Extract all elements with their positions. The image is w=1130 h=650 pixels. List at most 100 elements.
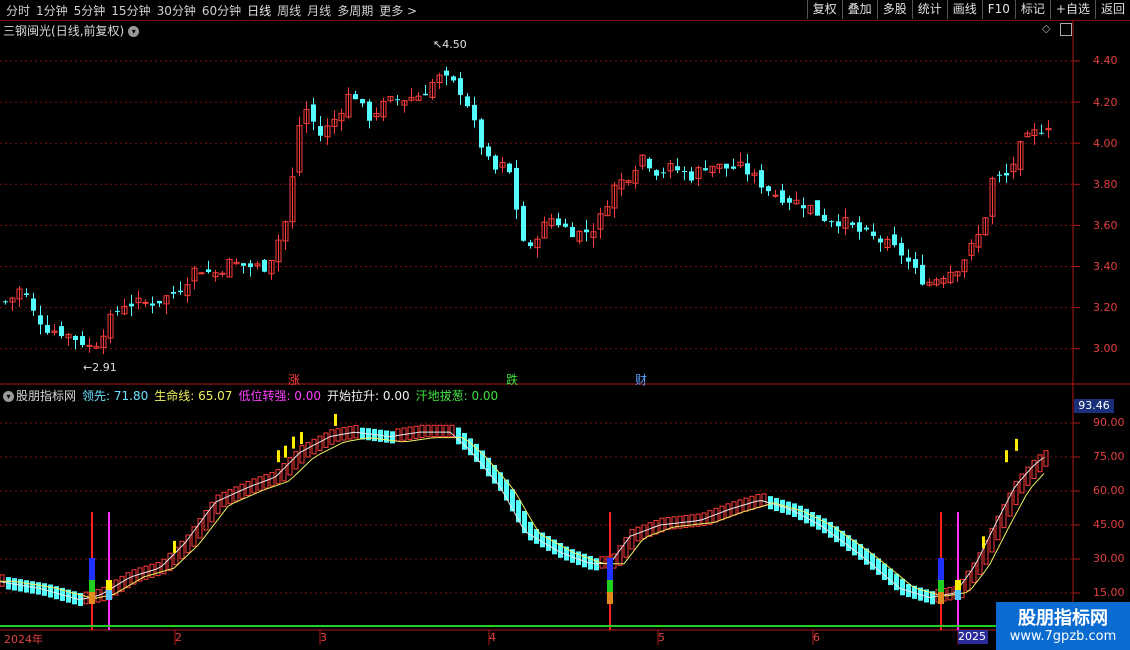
indicator-bar xyxy=(876,558,881,575)
indicator-bar xyxy=(275,469,281,485)
indicator-bar xyxy=(882,563,887,580)
indicator-bar xyxy=(305,441,311,458)
candle-body xyxy=(423,93,428,96)
candle-body xyxy=(850,222,855,225)
watermark-title: 股朋指标网 xyxy=(1018,608,1108,629)
candle-body xyxy=(766,186,771,192)
indicator-bar xyxy=(761,493,767,507)
price-axis-label: 3.40 xyxy=(1093,260,1118,273)
candle-body xyxy=(507,163,512,173)
indicator-bar xyxy=(810,512,815,527)
candle-body xyxy=(731,166,736,169)
indicator-axis-label: 90.00 xyxy=(1093,416,1125,429)
kline-chart[interactable] xyxy=(0,0,1130,650)
candle-body xyxy=(86,344,93,347)
candle-body xyxy=(689,171,694,181)
watermark-url: www.7gpzb.com xyxy=(1009,629,1117,644)
x-axis-label: 5 xyxy=(658,631,665,644)
x-axis-label: 2 xyxy=(175,631,182,644)
signal-block xyxy=(89,558,95,580)
candle-body xyxy=(472,104,477,121)
chevron-down-icon[interactable]: ▾ xyxy=(128,26,140,37)
candle-body xyxy=(142,301,149,304)
marker-fall[interactable]: 跌 xyxy=(506,371,518,388)
signal-block xyxy=(938,558,944,580)
x-axis-label: 4 xyxy=(489,631,496,644)
marker-rise[interactable]: 涨 xyxy=(288,371,300,388)
indicator-value-lifeline: 生命线: 65.07 xyxy=(154,389,233,403)
candle-body xyxy=(45,325,50,333)
signal-block xyxy=(607,558,613,580)
candle-body xyxy=(219,272,226,275)
candle-body xyxy=(661,172,666,174)
indicator-bar xyxy=(293,451,299,470)
price-axis-label: 3.80 xyxy=(1093,178,1118,191)
price-axis-label: 4.40 xyxy=(1093,54,1118,67)
chevron-down-icon[interactable]: ▾ xyxy=(3,391,14,402)
indicator-value-lead: 领先: 71.80 xyxy=(82,389,149,403)
candle-body xyxy=(31,298,36,311)
candle-body xyxy=(24,293,29,295)
candle-body xyxy=(899,243,904,256)
indicator-bar xyxy=(900,578,905,596)
indicator-bar xyxy=(804,508,809,524)
indicator-bar xyxy=(443,424,449,438)
signal-block xyxy=(106,590,112,600)
candle-body xyxy=(920,264,925,285)
indicator-axis-label: 75.00 xyxy=(1093,450,1125,463)
indicator-bar xyxy=(425,424,431,438)
candle-body xyxy=(171,291,176,294)
candle-body xyxy=(801,205,806,209)
candle-body xyxy=(913,259,918,268)
candle-body xyxy=(514,167,519,210)
candle-body xyxy=(892,234,897,246)
candle-body xyxy=(115,310,120,312)
signal-tick xyxy=(173,540,176,553)
candle-body xyxy=(724,163,729,169)
x-axis-current-label: 2025 xyxy=(958,630,988,644)
candle-body xyxy=(563,223,568,227)
indicator-bar xyxy=(317,435,323,452)
signal-tick xyxy=(284,445,287,458)
indicator-bar xyxy=(431,424,437,438)
max-price-label: ↖4.50 xyxy=(433,38,467,51)
period-info: (日线,前复权) xyxy=(51,24,125,38)
signal-block xyxy=(938,580,944,592)
candle-body xyxy=(772,194,779,197)
indicator-axis-label: 60.00 xyxy=(1093,484,1125,497)
indicator-bar xyxy=(323,432,329,448)
signal-tick xyxy=(1005,450,1008,463)
indicator-name: 股朋指标网 xyxy=(16,389,77,403)
candle-body xyxy=(493,155,498,170)
signal-tick xyxy=(292,436,295,449)
indicator-bar xyxy=(516,500,521,523)
signal-tick xyxy=(1015,438,1018,451)
candle-body xyxy=(528,242,533,247)
x-axis-label: 6 xyxy=(813,631,820,644)
candle-body xyxy=(248,263,253,268)
candle-body xyxy=(311,104,316,122)
candle-body xyxy=(878,238,883,243)
candle-body xyxy=(815,200,820,216)
candle-body xyxy=(262,259,267,272)
x-axis-label: 2024年 xyxy=(4,633,43,646)
indicator-bar xyxy=(510,489,515,512)
indicator-bar xyxy=(390,431,395,444)
candle-body xyxy=(129,303,134,307)
marker-finance[interactable]: 财 xyxy=(635,371,647,388)
diamond-icon[interactable]: ◇ xyxy=(1042,22,1050,35)
signal-block xyxy=(955,580,961,590)
x-axis-label: 3 xyxy=(320,631,327,644)
signal-tick xyxy=(300,432,303,445)
candle-body xyxy=(3,301,8,303)
candle-body xyxy=(829,221,834,223)
indicator-bar xyxy=(629,529,635,550)
candle-body xyxy=(73,335,78,341)
window-toggle-icon[interactable] xyxy=(1060,23,1072,36)
candle-body xyxy=(521,205,526,241)
candle-body xyxy=(241,263,246,266)
candle-body xyxy=(1039,132,1044,134)
indicator-bar xyxy=(329,429,335,445)
candle-body xyxy=(745,163,750,175)
indicator-current-value: 93.46 xyxy=(1074,399,1114,413)
